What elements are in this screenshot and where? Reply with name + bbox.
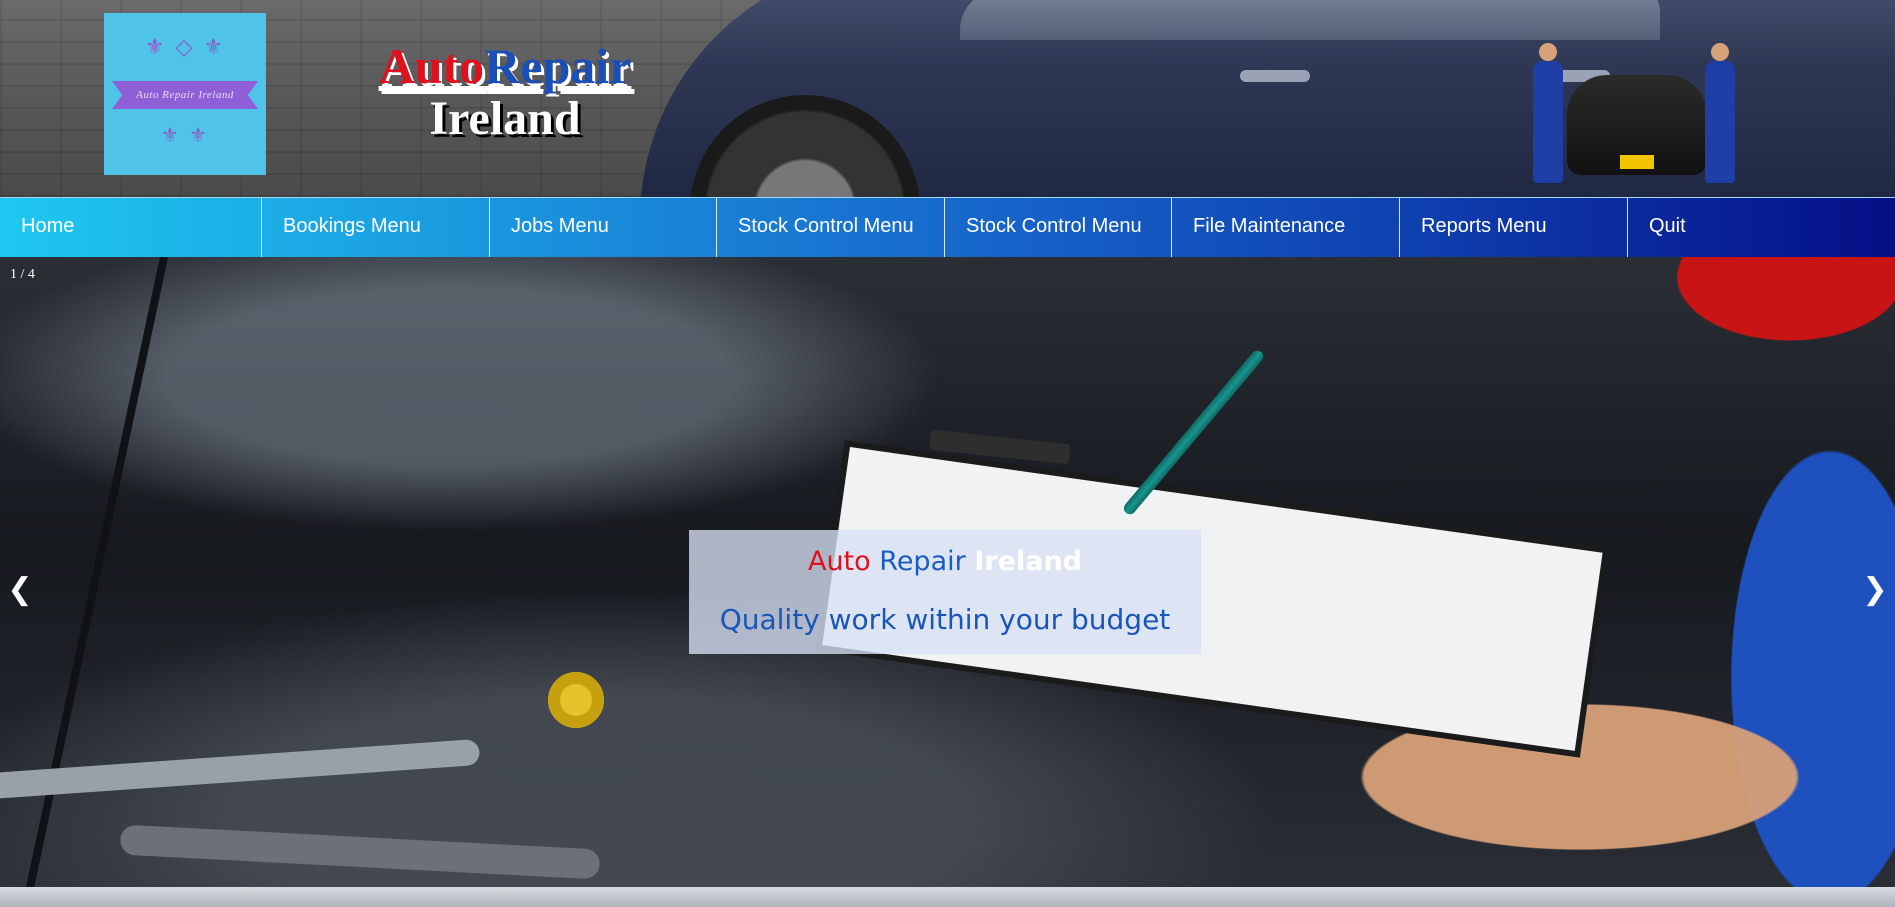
nav-stock-control-menu-2[interactable]: Stock Control Menu — [945, 198, 1172, 257]
hero-slideshow: 1 / 4 ❮ ❯ Auto Repair Ireland Quality wo… — [0, 257, 1895, 907]
oil-cap — [548, 672, 604, 728]
brand-word-repair: Repair — [484, 38, 632, 94]
brand-word-ireland: Ireland — [429, 92, 581, 145]
caption-word-ireland: Ireland — [974, 546, 1083, 577]
caption-word-auto: Auto — [807, 546, 871, 577]
slide-counter: 1 / 4 — [10, 267, 35, 282]
brand-line1: AutoRepair — [375, 40, 635, 92]
hood-prop-rod — [24, 257, 168, 894]
mechanic-suit — [1533, 61, 1563, 183]
header-car-handle — [1240, 70, 1310, 82]
mini-car-plate — [1620, 155, 1654, 169]
mechanic-suit — [1705, 61, 1735, 183]
caption-subtitle: Quality work within your budget — [719, 603, 1171, 636]
site-logo[interactable]: ⚜ ◇ ⚜ Auto Repair Ireland ⚜ ⚜ — [104, 13, 266, 175]
next-slide-icon[interactable]: ❯ — [1861, 573, 1889, 607]
clipboard-clip — [929, 429, 1071, 465]
nav-quit[interactable]: Quit — [1628, 198, 1895, 257]
nav-reports-menu[interactable]: Reports Menu — [1400, 198, 1628, 257]
nav-home[interactable]: Home — [0, 198, 262, 257]
mechanic-head — [1539, 43, 1557, 61]
mechanic-figure — [1533, 43, 1563, 183]
logo-ornament-icon: ⚜ ⚜ — [160, 123, 210, 147]
engine-hose — [119, 824, 601, 880]
mechanics-image — [1525, 35, 1747, 190]
site-header: ⚜ ◇ ⚜ Auto Repair Ireland ⚜ ⚜ AutoRepair… — [0, 0, 1895, 197]
caption-word-repair: Repair — [879, 546, 966, 577]
caption-title: Auto Repair Ireland — [689, 544, 1201, 580]
nav-bookings-menu[interactable]: Bookings Menu — [262, 198, 490, 257]
mechanic-head — [1711, 43, 1729, 61]
prev-slide-icon[interactable]: ❮ — [6, 573, 34, 607]
logo-text: Auto Repair Ireland — [136, 89, 234, 101]
nav-file-maintenance[interactable]: File Maintenance — [1172, 198, 1400, 257]
nav-jobs-menu[interactable]: Jobs Menu — [490, 198, 717, 257]
header-car-window — [960, 0, 1660, 40]
engine-bay-edge — [0, 887, 1895, 907]
engine-hose — [0, 738, 481, 802]
mechanic-figure — [1705, 43, 1735, 183]
pen-image — [1121, 348, 1266, 517]
slide-caption: Auto Repair Ireland Quality work within … — [689, 530, 1201, 654]
nav-stock-control-menu[interactable]: Stock Control Menu — [717, 198, 945, 257]
logo-ornament-icon: ⚜ ◇ ⚜ — [144, 35, 226, 60]
main-nav: Home Bookings Menu Jobs Menu Stock Contr… — [0, 197, 1895, 257]
brand-word-auto: Auto — [378, 38, 485, 94]
brand-title: AutoRepair Ireland — [375, 40, 635, 146]
